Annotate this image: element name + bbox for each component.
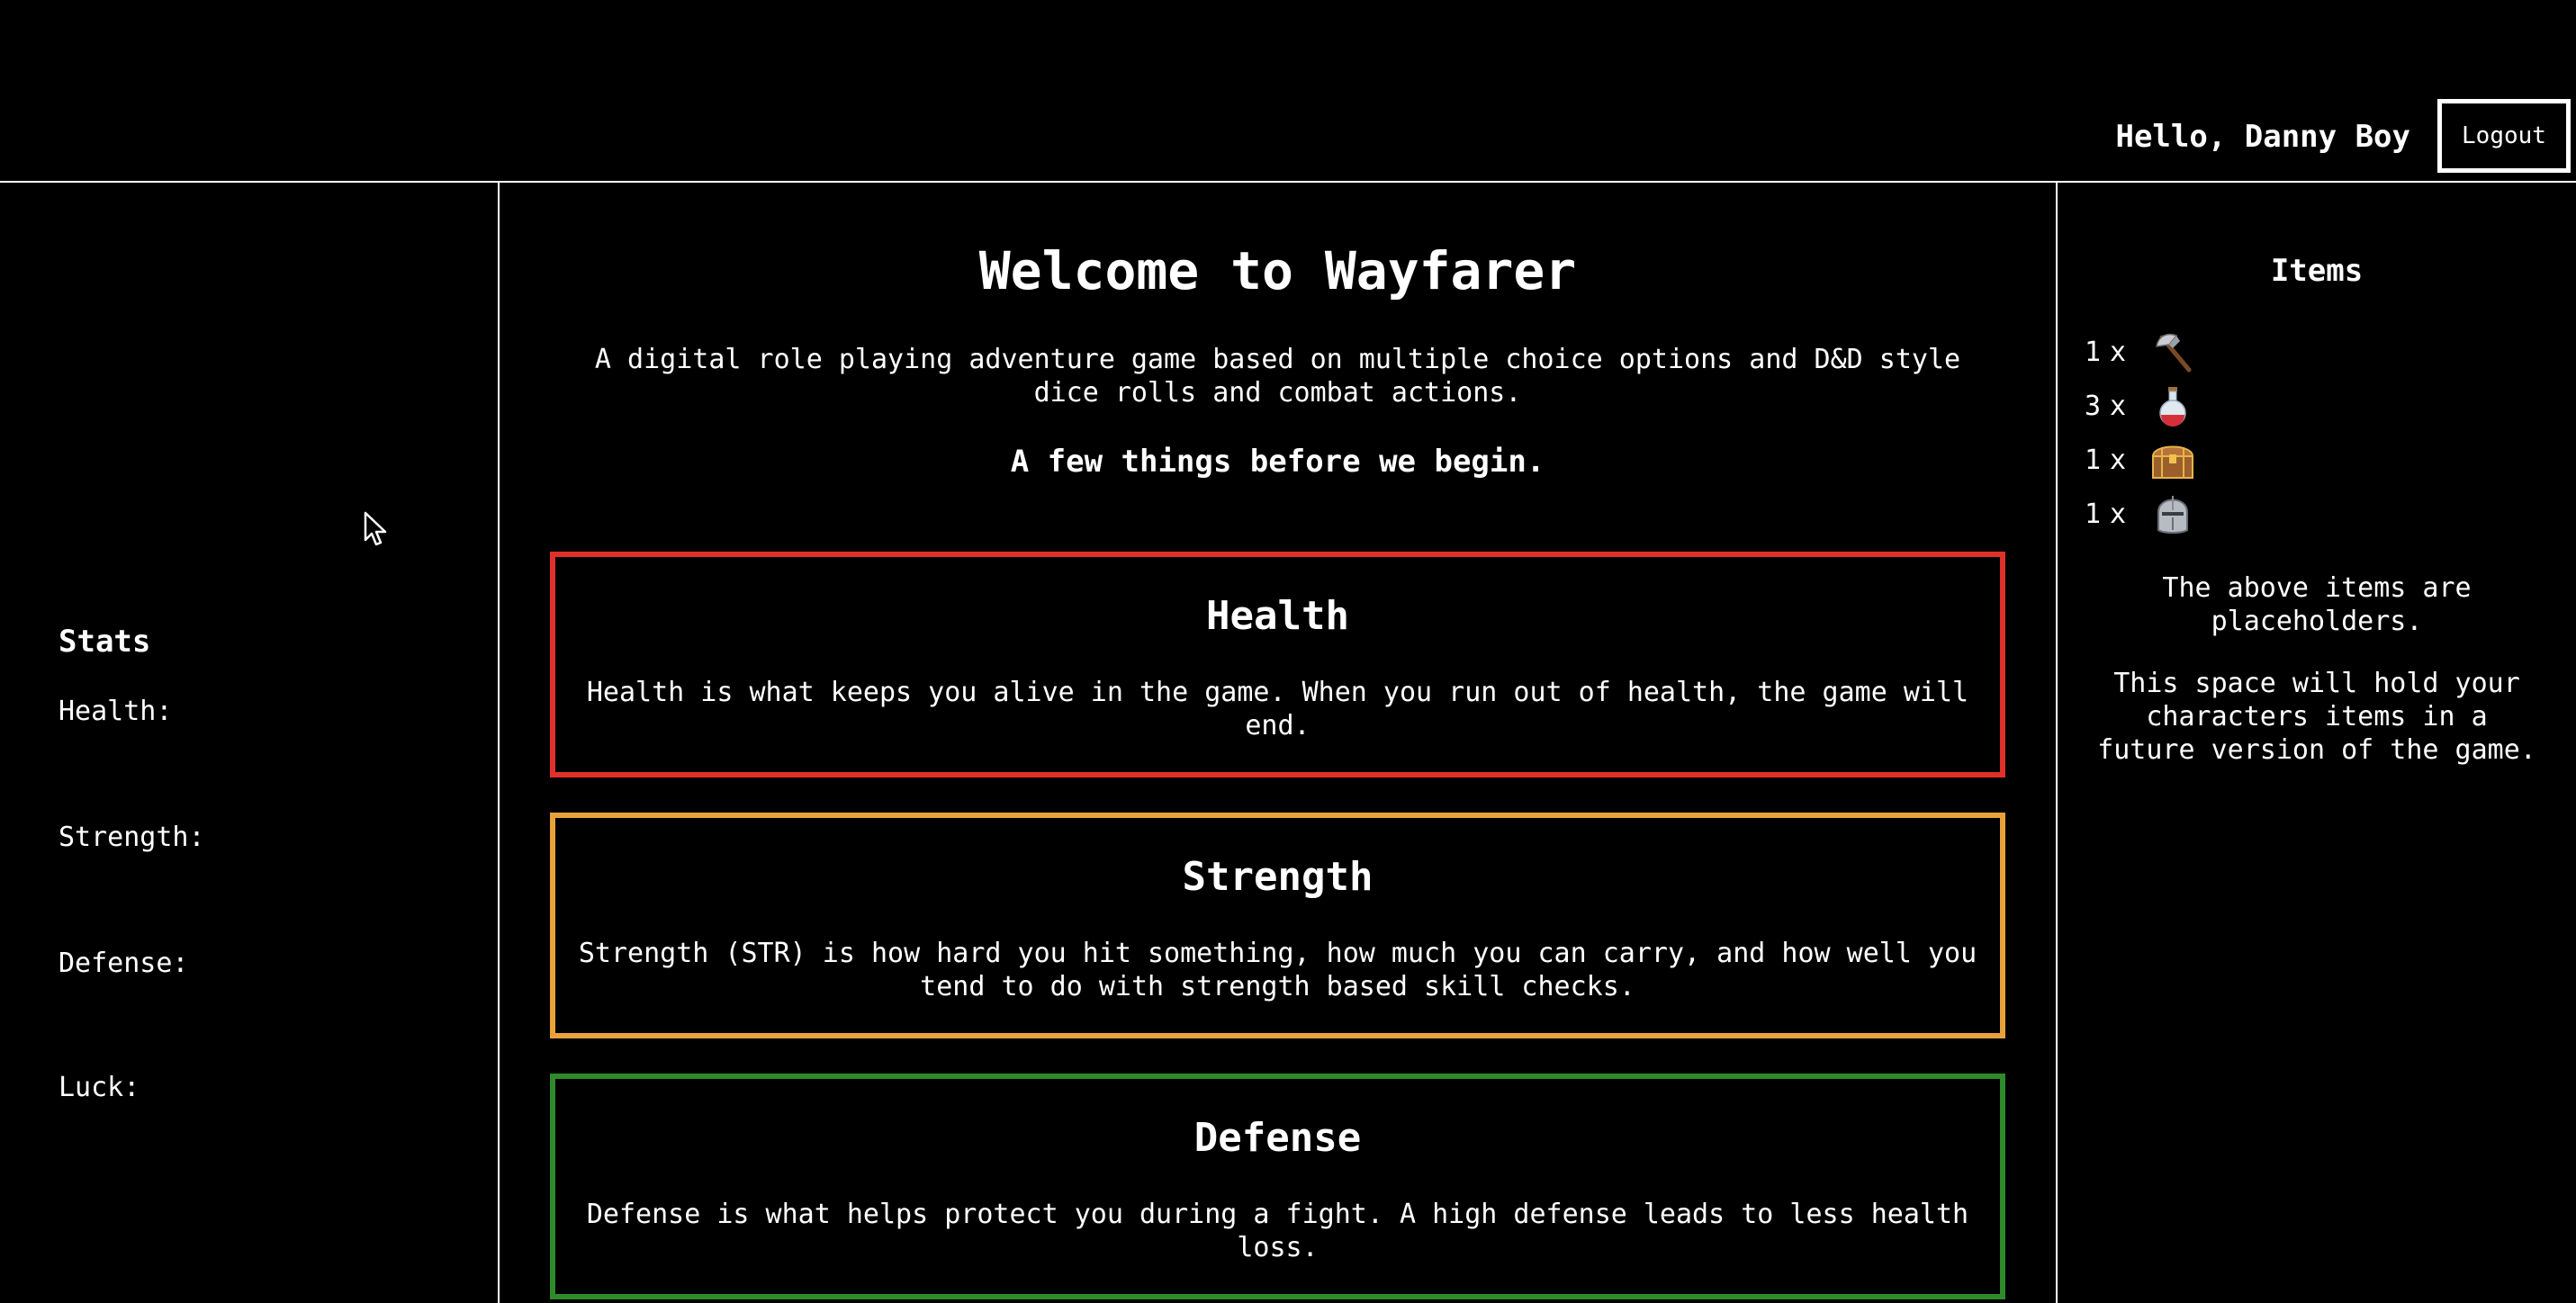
logout-button[interactable]: Logout: [2437, 99, 2571, 173]
stats-title: Stats: [59, 624, 151, 660]
mouse-cursor-icon: [364, 511, 387, 546]
health-card-body: Health is what keeps you alive in the ga…: [586, 677, 1969, 741]
item-row: 3 x: [2085, 381, 2196, 431]
header-bar: Hello, Danny Boy Logout: [0, 0, 2576, 183]
item-row: 1 x: [2085, 435, 2196, 485]
page-lead: A few things before we begin.: [1010, 444, 1545, 480]
item-multiplier: x: [2110, 336, 2127, 368]
health-card: Health Health is what keeps you alive in…: [550, 552, 2005, 777]
items-future-note: This space will hold your characters ite…: [2097, 668, 2536, 766]
main-content: Welcome to Wayfarer A digital role playi…: [500, 183, 2058, 1303]
axe-icon: [2156, 333, 2192, 373]
item-multiplier: x: [2110, 444, 2127, 476]
item-quantity: 3: [2085, 390, 2102, 422]
item-row: 1 x: [2085, 327, 2196, 377]
items-placeholder-note: The above items are placeholders.: [2162, 572, 2472, 637]
item-quantity: 1: [2085, 498, 2102, 530]
items-title: Items: [2270, 253, 2364, 289]
page: Hello, Danny Boy Logout Stats Health: St…: [0, 0, 2576, 1303]
stat-luck-label: Luck:: [59, 1072, 140, 1103]
potion-icon: [2159, 387, 2186, 427]
chest-icon: [2151, 445, 2194, 479]
strength-card: Strength Strength (STR) is how hard you …: [550, 813, 2005, 1038]
helmet-icon: [2157, 496, 2188, 534]
item-multiplier: x: [2110, 498, 2127, 530]
page-subtitle: A digital role playing adventure game ba…: [594, 344, 1961, 409]
strength-card-title: Strength: [1182, 854, 1374, 900]
item-quantity: 1: [2085, 336, 2102, 368]
defense-card-title: Defense: [1193, 1115, 1362, 1161]
strength-card-body: Strength (STR) is how hard you hit somet…: [578, 938, 1977, 1002]
health-card-title: Health: [1206, 593, 1349, 639]
items-sidebar: Items 1 x 3 x 1 x 1 x The above items ar…: [2058, 183, 2576, 1303]
item-quantity: 1: [2085, 444, 2102, 476]
page-title: Welcome to Wayfarer: [978, 240, 1577, 301]
stat-defense-label: Defense:: [59, 948, 189, 979]
defense-card-body: Defense is what helps protect you during…: [586, 1199, 1969, 1263]
defense-card: Defense Defense is what helps protect yo…: [550, 1074, 2005, 1299]
item-row: 1 x: [2085, 489, 2196, 539]
user-greeting: Hello, Danny Boy: [2115, 119, 2410, 155]
stat-health-label: Health:: [59, 696, 173, 727]
item-multiplier: x: [2110, 390, 2127, 422]
stat-strength-label: Strength:: [59, 822, 205, 853]
stats-sidebar: Stats Health: Strength: Defense: Luck:: [0, 183, 500, 1303]
